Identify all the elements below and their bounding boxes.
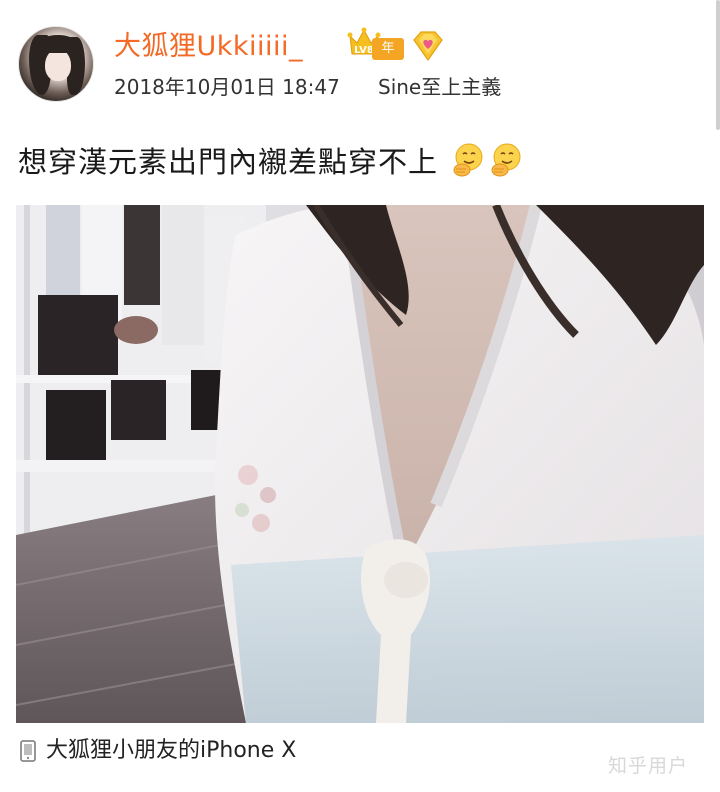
watermark-text: 知乎用户 (608, 755, 689, 777)
device-label: 大狐狸小朋友的iPhone X (46, 738, 297, 763)
selfie-photo-illustration (16, 205, 704, 723)
post-photo[interactable] (16, 205, 704, 723)
avatar-bangs (39, 35, 77, 53)
post-text-content: 想穿漢元素出門內襯差點穿不上 (18, 145, 439, 179)
avatar-face (45, 49, 71, 81)
post-timestamp: 2018年10月01日 18:47 (114, 75, 340, 99)
post-source[interactable]: Sine至上主義 (378, 74, 501, 100)
thinking-hands-emoji-icon (453, 143, 483, 177)
diamond-vip-icon[interactable] (410, 30, 446, 62)
post-header: 大狐狸Ukkiiiii_ LV8 年 2018年10月01日 18:47 Sin… (16, 26, 706, 106)
author-name[interactable]: 大狐狸Ukkiiiii_ (114, 30, 303, 64)
phone-icon (20, 740, 36, 762)
level-badge[interactable]: LV8 年 (344, 26, 406, 64)
author-avatar[interactable] (18, 26, 94, 102)
scrollbar[interactable] (716, 0, 720, 130)
post-text: 想穿漢元素出門內襯差點穿不上 (18, 142, 524, 182)
weibo-post-page: 大狐狸Ukkiiiii_ LV8 年 2018年10月01日 18:47 Sin… (0, 0, 720, 792)
thinking-hands-emoji-icon (491, 143, 521, 177)
annual-member-label: 年 (372, 38, 404, 60)
